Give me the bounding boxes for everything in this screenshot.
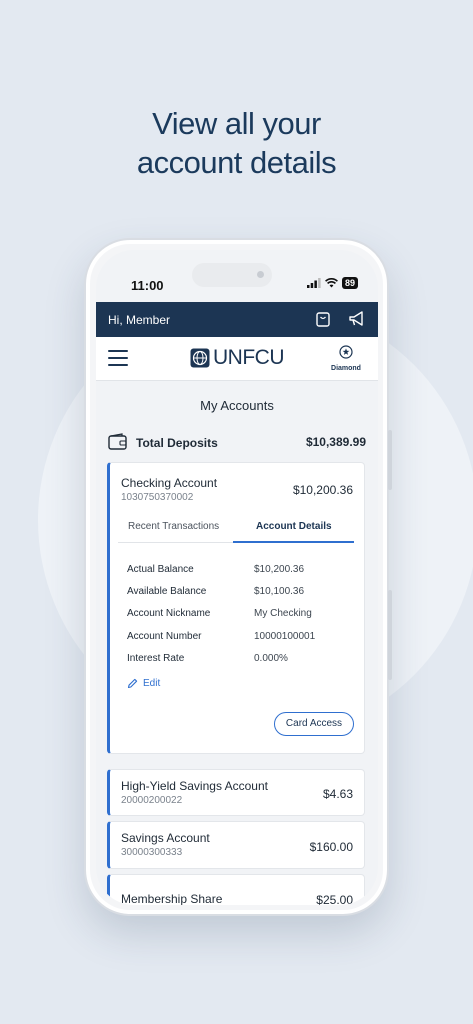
globe-logo-icon xyxy=(190,348,210,368)
checking-account-card[interactable]: Checking Account 1030750370002 $10,200.3… xyxy=(107,462,365,754)
unfcu-logo[interactable]: UNFCU xyxy=(190,346,285,370)
pencil-icon xyxy=(127,678,138,689)
detail-row: Interest Rate 0.000% xyxy=(127,653,352,667)
detail-label: Available Balance xyxy=(127,586,207,597)
phone-frame: 11:00 89 Hi, Member UNFCU Diamond My Acc… xyxy=(84,238,392,916)
detail-value: My Checking xyxy=(254,608,312,619)
phone-screen: 11:00 89 Hi, Member UNFCU Diamond My Acc… xyxy=(96,250,378,905)
page-title: My Accounts xyxy=(200,398,274,413)
dynamic-island xyxy=(192,263,272,287)
camera-dot xyxy=(257,271,264,278)
top-bar: Hi, Member xyxy=(96,302,378,337)
headline: View all your account details xyxy=(0,104,473,182)
headline-line-2: account details xyxy=(136,145,337,180)
tier-badge[interactable]: Diamond xyxy=(326,345,366,372)
active-tab-indicator xyxy=(233,541,354,543)
account-number: 1030750370002 xyxy=(121,492,194,503)
account-number: 30000300333 xyxy=(121,847,183,858)
detail-row: Account Nickname My Checking xyxy=(127,608,352,622)
account-balance: $160.00 xyxy=(309,840,353,854)
detail-value: 10000100001 xyxy=(254,631,316,642)
detail-row: Actual Balance $10,200.36 xyxy=(127,564,352,578)
nav-bar: UNFCU Diamond xyxy=(96,337,378,381)
menu-icon[interactable] xyxy=(108,350,128,368)
status-time: 11:00 xyxy=(131,278,164,293)
account-card-membership-share[interactable]: Membership Share $25.00 xyxy=(107,874,365,905)
signal-icon xyxy=(306,278,321,288)
detail-label: Actual Balance xyxy=(127,564,194,575)
detail-value: 0.000% xyxy=(254,653,288,664)
account-card-savings[interactable]: Savings Account 30000300333 $160.00 xyxy=(107,821,365,869)
tab-account-details[interactable]: Account Details xyxy=(256,521,332,532)
account-name: Checking Account xyxy=(121,476,218,490)
bag-icon[interactable] xyxy=(312,308,334,330)
tier-label: Diamond xyxy=(331,365,361,372)
account-balance: $25.00 xyxy=(316,893,353,905)
headline-line-1: View all your xyxy=(152,106,321,141)
tab-recent-transactions[interactable]: Recent Transactions xyxy=(128,521,219,532)
side-button xyxy=(388,430,392,490)
detail-row: Account Number 10000100001 xyxy=(127,631,352,645)
total-deposits-value: $10,389.99 xyxy=(305,435,366,449)
account-name: Savings Account xyxy=(121,831,210,845)
edit-link[interactable]: Edit xyxy=(127,678,160,689)
status-bar: 11:00 89 xyxy=(96,250,378,300)
account-name: Membership Share xyxy=(121,892,223,905)
account-number: 20000200022 xyxy=(121,795,183,806)
brand-name: UNFCU xyxy=(213,346,285,369)
wallet-icon xyxy=(108,433,127,450)
account-balance: $4.63 xyxy=(322,787,353,801)
megaphone-icon[interactable] xyxy=(346,308,368,330)
status-icons: 89 xyxy=(306,277,358,289)
account-name: High-Yield Savings Account xyxy=(121,779,268,793)
detail-row: Available Balance $10,100.36 xyxy=(127,586,352,600)
greeting: Hi, Member xyxy=(108,313,171,327)
detail-value: $10,200.36 xyxy=(254,564,305,575)
total-deposits-row: Total Deposits $10,389.99 xyxy=(108,433,366,453)
detail-label: Interest Rate xyxy=(127,653,185,664)
edit-label: Edit xyxy=(143,678,161,689)
star-badge-icon xyxy=(339,345,353,359)
detail-value: $10,100.36 xyxy=(254,586,305,597)
account-balance: $10,200.36 xyxy=(292,483,353,497)
detail-label: Account Nickname xyxy=(127,608,211,619)
battery-icon: 89 xyxy=(341,277,358,289)
total-deposits-label: Total Deposits xyxy=(136,436,218,450)
side-button-lower xyxy=(388,590,392,680)
account-tabs: Recent Transactions Account Details xyxy=(118,515,354,543)
account-card-high-yield-savings[interactable]: High-Yield Savings Account 20000200022 $… xyxy=(107,769,365,816)
card-access-button[interactable]: Card Access xyxy=(274,712,354,736)
detail-label: Account Number xyxy=(127,631,202,642)
wifi-icon xyxy=(325,278,338,288)
